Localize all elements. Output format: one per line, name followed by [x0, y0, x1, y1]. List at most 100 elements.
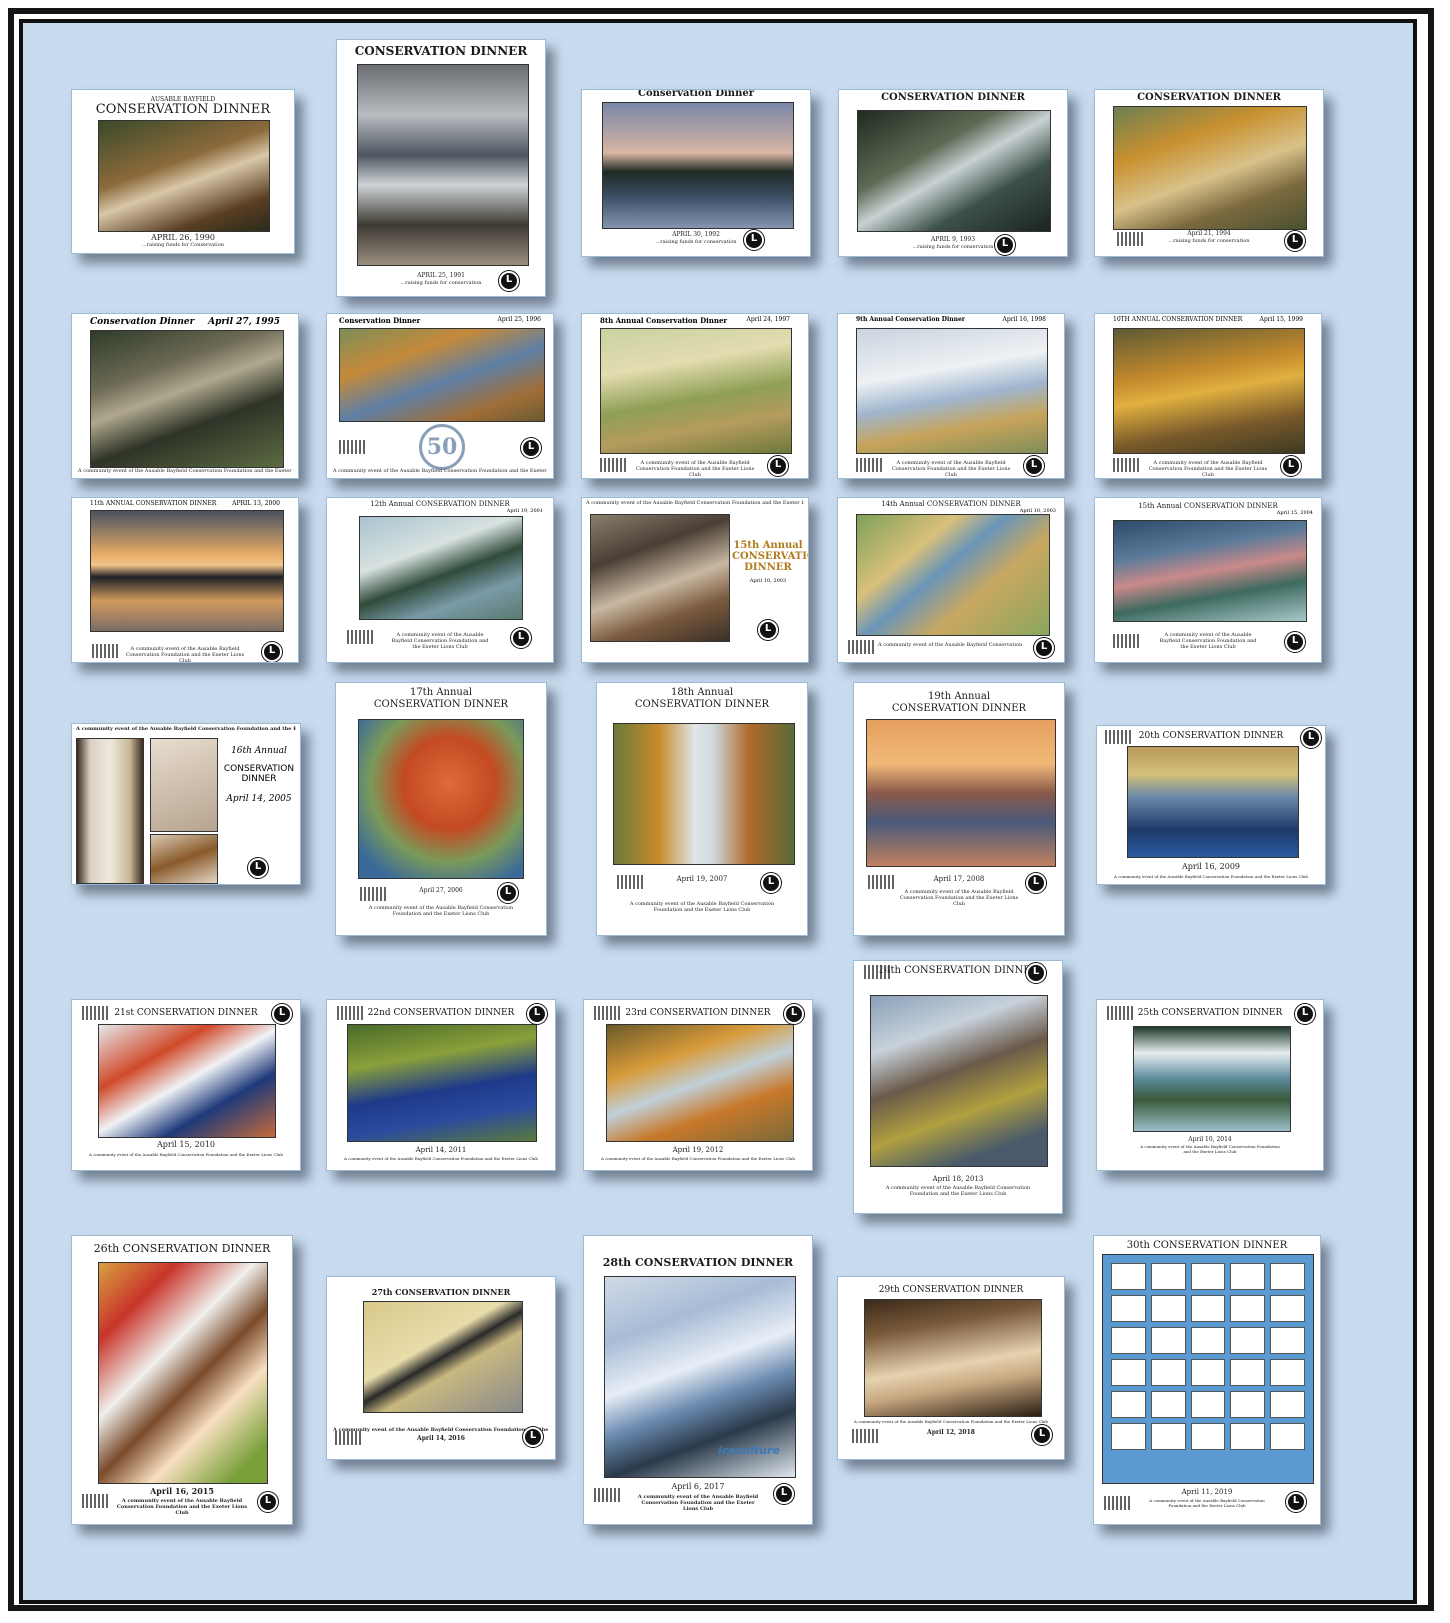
poster-2006[interactable]: 17th Annual CONSERVATION DINNER April 27… [335, 682, 547, 936]
lions-club-logo [1026, 963, 1046, 983]
poster-footer: A community event of the Ausable Bayfiel… [89, 1152, 283, 1157]
poster-artwork [602, 102, 794, 229]
lions-club-logo [784, 1004, 804, 1024]
poster-artwork [857, 110, 1051, 232]
poster-date: April 15, 1999 [1259, 316, 1303, 323]
poster-2017[interactable]: 28th CONSERVATION DINNER iceculture Apri… [583, 1235, 813, 1525]
poster-title: Conservation Dinner [90, 317, 195, 327]
lions-club-logo [1301, 728, 1321, 748]
poster-1997[interactable]: 8th Annual Conservation Dinner April 24,… [581, 313, 809, 479]
poster-subtitle: ...raising funds for conservation [912, 244, 994, 250]
poster-2014[interactable]: 25th CONSERVATION DINNER April 10, 2014 … [1096, 999, 1324, 1171]
abca-logo [864, 965, 890, 979]
poster-artwork [90, 330, 284, 468]
poster-title: 14th Annual CONSERVATION DINNER [881, 500, 1021, 508]
poster-2008[interactable]: 19th Annual CONSERVATION DINNER April 17… [853, 682, 1065, 936]
poster-1991[interactable]: CONSERVATION DINNER APRIL 25, 1991 ...ra… [336, 39, 546, 297]
poster-footer: A community event of the Ausable Bayfiel… [391, 632, 489, 650]
poster-date: April 19, 2012 [672, 1146, 724, 1154]
poster-1993[interactable]: CONSERVATION DINNER APRIL 9, 1993 ...rai… [838, 89, 1068, 257]
lions-club-logo [1285, 632, 1305, 652]
poster-1990[interactable]: AUSABLE BAYFIELD CONSERVATION DINNER APR… [71, 89, 295, 254]
poster-artwork [1113, 520, 1307, 622]
poster-artwork [864, 1299, 1042, 1417]
poster-artwork-detail [150, 834, 218, 884]
lions-club-logo [498, 883, 518, 903]
poster-title: CONSERVATION DINNER [634, 699, 770, 710]
lions-club-logo [499, 271, 519, 291]
poster-artwork [1133, 1026, 1291, 1132]
lions-club-logo [1285, 231, 1305, 251]
poster-1996[interactable]: Conservation Dinner April 25, 1996 50 A … [326, 313, 554, 479]
poster-artwork [1127, 746, 1299, 858]
poster-title: 15th Annual CONSERVATION DINNER [732, 540, 808, 573]
lions-club-logo [511, 628, 531, 648]
abca-logo [1105, 730, 1131, 744]
poster-2011[interactable]: 22nd CONSERVATION DINNER April 14, 2011 … [326, 999, 556, 1171]
poster-artwork [357, 64, 529, 266]
poster-2015[interactable]: 26th CONSERVATION DINNER April 16, 2015 … [71, 1235, 293, 1525]
poster-artwork [90, 510, 284, 632]
poster-2013[interactable]: 24th CONSERVATION DINNER April 18, 2013 … [853, 960, 1063, 1214]
poster-2007[interactable]: 18th Annual CONSERVATION DINNER April 19… [596, 682, 808, 936]
poster-artwork [1113, 106, 1307, 230]
poster-footer: A community event of the Ausable Bayfiel… [333, 468, 547, 474]
poster-subtitle: ...raising funds for Conservation [141, 242, 225, 248]
lions-club-logo [272, 1004, 292, 1024]
poster-artwork [98, 1024, 276, 1138]
poster-title: CONSERVATION DINNER [223, 764, 295, 784]
poster-1995[interactable]: Conservation Dinner April 27, 1995 A com… [71, 313, 299, 479]
poster-footer: A community event of the Ausable Bayfiel… [601, 1156, 795, 1161]
abca-logo [92, 644, 118, 658]
poster-artwork [856, 328, 1048, 454]
poster-2000[interactable]: 11th ANNUAL CONSERVATION DINNER APRIL 13… [71, 497, 299, 663]
poster-title: CONSERVATION DINNER [354, 44, 528, 58]
poster-date: April 10, 2003 [749, 578, 787, 584]
poster-1994[interactable]: CONSERVATION DINNER April 21, 1994 ...ra… [1094, 89, 1324, 257]
poster-2019[interactable]: 30th CONSERVATION DINNER April 11, 2019 … [1093, 1235, 1321, 1525]
poster-2005[interactable]: A community event of the Ausable Bayfiel… [71, 723, 301, 885]
poster-date: APRIL 9, 1993 [930, 236, 976, 243]
poster-title: 22nd CONSERVATION DINNER [367, 1008, 515, 1018]
poster-1992[interactable]: Conservation Dinner APRIL 30, 1992 ...ra… [581, 89, 811, 257]
lions-club-logo [774, 1484, 794, 1504]
poster-2002[interactable]: A community event of the Ausable Bayfiel… [581, 497, 809, 663]
poster-date: April 15, 2004 [1276, 510, 1313, 516]
poster-title: CONSERVATION DINNER [1137, 92, 1281, 103]
poster-footer: A community event of the Ausable Bayfiel… [1114, 874, 1308, 879]
poster-2012[interactable]: 23rd CONSERVATION DINNER April 19, 2012 … [583, 999, 813, 1171]
poster-footer: A community event of the Ausable Bayfiel… [116, 1498, 248, 1516]
poster-title: 29th CONSERVATION DINNER [878, 1285, 1024, 1295]
poster-annual: 19th Annual [927, 691, 991, 702]
poster-2009[interactable]: 20th CONSERVATION DINNER April 16, 2009 … [1096, 725, 1326, 885]
poster-artwork [856, 514, 1050, 636]
poster-collage [1102, 1254, 1314, 1484]
poster-date: April 14, 2016 [417, 1435, 465, 1442]
abca-logo [594, 1006, 620, 1020]
poster-footer: A community event of the Ausable Bayfiel… [878, 642, 1024, 648]
poster-1998[interactable]: 9th Annual Conservation Dinner April 16,… [837, 313, 1065, 479]
poster-date: April 24, 1997 [746, 316, 790, 323]
poster-artwork [347, 1024, 537, 1142]
poster-2004[interactable]: 15th Annual CONSERVATION DINNER April 15… [1094, 497, 1322, 663]
abca-logo [347, 630, 373, 644]
lions-club-logo [1034, 638, 1054, 658]
lions-club-logo [744, 230, 764, 250]
poster-artwork [339, 328, 545, 422]
collage-thumbnails [1111, 1263, 1305, 1450]
poster-date: April 16, 2015 [150, 1486, 214, 1496]
poster-2018[interactable]: 29th CONSERVATION DINNER A community eve… [837, 1276, 1065, 1460]
poster-title: 25th CONSERVATION DINNER [1137, 1008, 1283, 1018]
poster-date: April 16, 2009 [1181, 862, 1240, 871]
poster-title: 8th Annual Conservation Dinner [600, 316, 728, 325]
abca-logo [82, 1494, 108, 1508]
poster-2010[interactable]: 21st CONSERVATION DINNER April 15, 2010 … [71, 999, 301, 1171]
poster-2001[interactable]: 12th Annual CONSERVATION DINNER April 19… [326, 497, 554, 663]
poster-2016[interactable]: 27th CONSERVATION DINNER A community eve… [326, 1276, 556, 1460]
poster-title: 12th Annual CONSERVATION DINNER [370, 500, 510, 508]
poster-artwork-detail [150, 738, 218, 832]
poster-title: 28th CONSERVATION DINNER [602, 1256, 794, 1269]
poster-footer: A community event of the Ausable Bayfiel… [891, 460, 1011, 478]
poster-1999[interactable]: 10TH ANNUAL CONSERVATION DINNER April 15… [1094, 313, 1322, 479]
poster-2003[interactable]: 14th Annual CONSERVATION DINNER April 10… [837, 497, 1065, 663]
